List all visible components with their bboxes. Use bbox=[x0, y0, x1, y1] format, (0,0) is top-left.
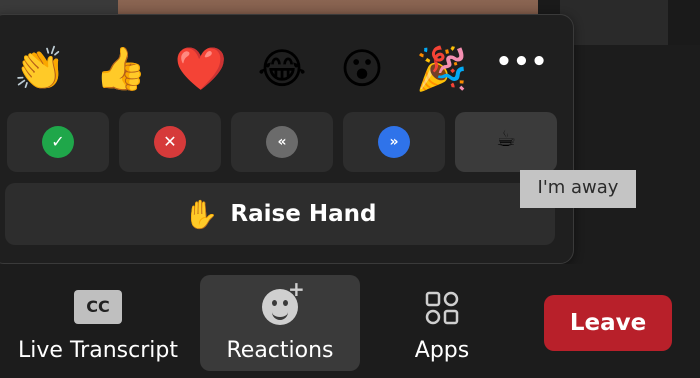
raise-hand-label: Raise Hand bbox=[230, 201, 377, 227]
away-button[interactable]: ☕ bbox=[455, 112, 557, 172]
away-tooltip: I'm away bbox=[520, 170, 636, 208]
clap-emoji-button[interactable]: 👏 bbox=[10, 39, 70, 99]
live-transcript-button[interactable]: CC Live Transcript bbox=[0, 264, 196, 364]
raised-hand-icon: ✋ bbox=[183, 197, 219, 231]
reactions-popup: 👏 👍 ❤️ 😂 😮 🎉 ••• ✓ ✕ « » ☕ ✋ Raise Hand bbox=[0, 14, 574, 264]
emoji-reactions-row: 👏 👍 ❤️ 😂 😮 🎉 ••• bbox=[0, 39, 573, 119]
thumbs-up-emoji-button[interactable]: 👍 bbox=[91, 39, 151, 99]
more-reactions-button[interactable]: ••• bbox=[492, 39, 552, 99]
raise-hand-button[interactable]: ✋ Raise Hand bbox=[5, 183, 555, 245]
heart-emoji-button[interactable]: ❤️ bbox=[171, 39, 231, 99]
laugh-emoji-button[interactable]: 😂 bbox=[252, 39, 312, 99]
video-tile-right bbox=[560, 0, 668, 45]
closed-caption-icon: CC bbox=[74, 290, 122, 324]
meeting-toolbar: CC Live Transcript + Reactions Apps Leav… bbox=[0, 264, 700, 378]
party-emoji-button[interactable]: 🎉 bbox=[412, 39, 472, 99]
reactions-button[interactable]: + Reactions bbox=[200, 275, 360, 371]
coffee-cup-icon: ☕ bbox=[496, 127, 516, 152]
surprised-emoji-button[interactable]: 😮 bbox=[332, 39, 392, 99]
check-icon: ✓ bbox=[42, 126, 74, 158]
go-faster-button[interactable]: » bbox=[343, 112, 445, 172]
live-transcript-label: Live Transcript bbox=[18, 338, 178, 363]
apps-icon bbox=[425, 291, 459, 325]
leave-button[interactable]: Leave bbox=[544, 295, 672, 351]
apps-label: Apps bbox=[414, 338, 470, 363]
yes-button[interactable]: ✓ bbox=[7, 112, 109, 172]
x-icon: ✕ bbox=[154, 126, 186, 158]
plus-icon: + bbox=[288, 277, 305, 301]
fast-forward-icon: » bbox=[378, 126, 410, 158]
rewind-icon: « bbox=[266, 126, 298, 158]
reactions-label: Reactions bbox=[226, 338, 334, 363]
apps-button[interactable]: Apps bbox=[400, 264, 484, 364]
go-slower-button[interactable]: « bbox=[231, 112, 333, 172]
no-button[interactable]: ✕ bbox=[119, 112, 221, 172]
